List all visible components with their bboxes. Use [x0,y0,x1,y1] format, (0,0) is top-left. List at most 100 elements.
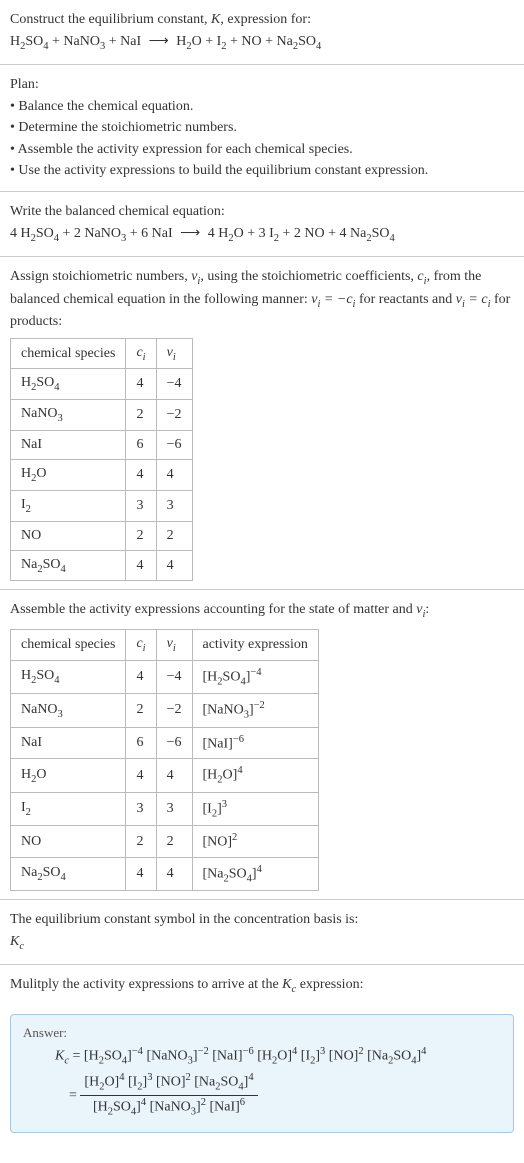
cell-ci: 3 [126,792,156,825]
table-row: NO22 [11,521,193,550]
table-row: H2SO44−4 [11,369,193,400]
prompt-section: Construct the equilibrium constant, K, e… [0,0,524,65]
rel-reactants: νi = −ci [311,292,355,307]
prompt-line: Construct the equilibrium constant, K, e… [10,10,514,30]
cell-ci: 6 [126,431,156,460]
cell-species: NO [11,826,126,858]
cell-vi: 2 [156,521,192,550]
table-row: H2SO44−4[H2SO4]−4 [11,660,319,693]
balanced-equation: 4 H2SO4 + 2 NaNO3 + 6 NaI ⟶ 4 H2O + 3 I2… [10,224,514,246]
table-row: NaI6−6[NaI]−6 [11,727,319,759]
cell-ci: 6 [126,727,156,759]
cell-vi: 3 [156,792,192,825]
cell-species: NaI [11,431,126,460]
cell-species: H2SO4 [11,369,126,400]
answer-box: Answer: Kc = [H2SO4]−4 [NaNO3]−2 [NaI]−6… [10,1014,514,1133]
col-vi: νi [156,629,192,660]
table-row: NaNO32−2 [11,400,193,431]
cell-vi: 4 [156,460,192,491]
cell-vi: −2 [156,694,192,727]
kc-symbol: Kc [10,932,514,954]
multiply-section: Mulitply the activity expressions to arr… [0,965,524,1007]
cell-vi: −6 [156,727,192,759]
cell-ci: 4 [126,660,156,693]
activity-section: Assemble the activity expressions accoun… [0,590,524,900]
cell-species: Na2SO4 [11,857,126,890]
balanced-section: Write the balanced chemical equation: 4 … [0,192,524,257]
plan-item: • Assemble the activity expression for e… [10,140,514,160]
cell-species: NaNO3 [11,400,126,431]
cell-activity: [I2]3 [192,792,318,825]
cell-species: H2SO4 [11,660,126,693]
table-row: NaNO32−2[NaNO3]−2 [11,694,319,727]
nu-i: νi [191,269,200,284]
kc-inline: Kc [282,977,296,992]
cell-ci: 4 [126,460,156,491]
col-species: chemical species [11,629,126,660]
table-row: I233 [11,490,193,521]
cell-vi: −6 [156,431,192,460]
cell-ci: 2 [126,521,156,550]
answer-label: Answer: [23,1025,501,1041]
table-row: Na2SO444 [11,550,193,581]
cell-ci: 4 [126,550,156,581]
plan-section: Plan: • Balance the chemical equation.• … [0,65,524,192]
prompt-suffix: , expression for: [220,12,311,27]
cell-vi: 2 [156,826,192,858]
cell-ci: 4 [126,759,156,792]
cell-vi: 3 [156,490,192,521]
plan-item: • Balance the chemical equation. [10,97,514,117]
cell-vi: 4 [156,759,192,792]
cell-ci: 4 [126,857,156,890]
cell-vi: 4 [156,550,192,581]
c-i: ci [417,269,426,284]
cell-ci: 2 [126,694,156,727]
table-row: I233[I2]3 [11,792,319,825]
cell-activity: [NaI]−6 [192,727,318,759]
plan-item: • Use the activity expressions to build … [10,161,514,181]
prompt-prefix: Construct the equilibrium constant, [10,12,211,27]
col-species: chemical species [11,338,126,369]
stoich-table: chemical speciesciνiH2SO44−4NaNO32−2NaI6… [10,338,193,582]
cell-vi: −4 [156,660,192,693]
table-row: H2O44 [11,460,193,491]
cell-ci: 2 [126,400,156,431]
answer-line1: Kc = [H2SO4]−4 [NaNO3]−2 [NaI]−6 [H2O]4 … [55,1045,501,1069]
cell-species: H2O [11,759,126,792]
unbalanced-equation: H2SO4 + NaNO3 + NaI ⟶ H2O + I2 + NO + Na… [10,32,514,54]
kc-symbol-text: The equilibrium constant symbol in the c… [10,910,514,930]
cell-ci: 2 [126,826,156,858]
table-row: NO22[NO]2 [11,826,319,858]
table-row: H2O44[H2O]4 [11,759,319,792]
multiply-text: Mulitply the activity expressions to arr… [10,975,514,997]
activity-table: chemical speciesciνiactivity expressionH… [10,629,319,891]
balanced-heading: Write the balanced chemical equation: [10,202,514,222]
col-activity: activity expression [192,629,318,660]
table-row: NaI6−6 [11,431,193,460]
cell-vi: 4 [156,857,192,890]
kc-symbol-section: The equilibrium constant symbol in the c… [0,900,524,965]
cell-species: NaNO3 [11,694,126,727]
plan-heading: Plan: [10,75,514,95]
cell-species: NaI [11,727,126,759]
answer-line2: = [H2O]4 [I2]3 [NO]2 [Na2SO4]4[H2SO4]4 [… [55,1071,501,1120]
col-vi: νi [156,338,192,369]
cell-activity: [NaNO3]−2 [192,694,318,727]
answer-expression: Kc = [H2SO4]−4 [NaNO3]−2 [NaI]−6 [H2O]4 … [23,1045,501,1120]
stoich-text: Assign stoichiometric numbers, νi, using… [10,267,514,332]
stoich-section: Assign stoichiometric numbers, νi, using… [0,257,524,590]
cell-species: H2O [11,460,126,491]
rel-products: νi = ci [456,292,491,307]
col-ci: ci [126,338,156,369]
prompt-K: K [211,12,220,27]
cell-activity: [H2O]4 [192,759,318,792]
table-row: Na2SO444[Na2SO4]4 [11,857,319,890]
cell-ci: 4 [126,369,156,400]
cell-species: Na2SO4 [11,550,126,581]
cell-vi: −2 [156,400,192,431]
cell-species: I2 [11,792,126,825]
col-ci: ci [126,629,156,660]
cell-activity: [Na2SO4]4 [192,857,318,890]
plan-item: • Determine the stoichiometric numbers. [10,118,514,138]
cell-species: NO [11,521,126,550]
